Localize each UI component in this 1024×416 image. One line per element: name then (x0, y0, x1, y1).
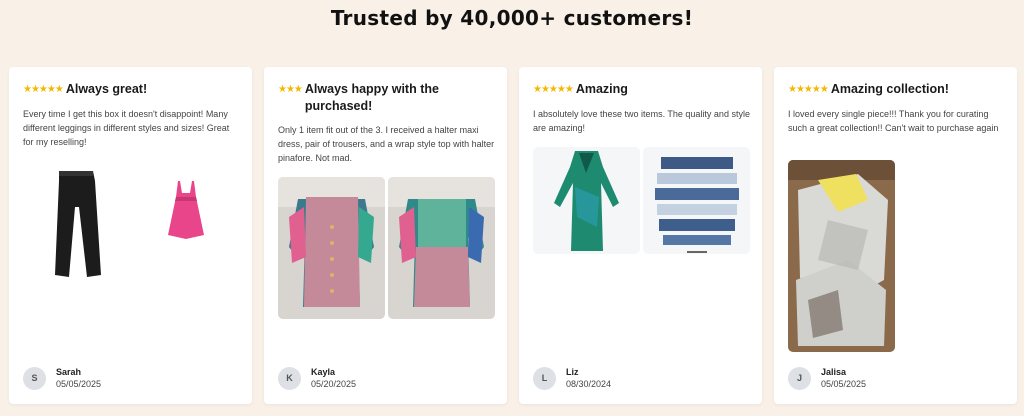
product-photo-1[interactable] (278, 177, 385, 319)
product-image-pink-dress[interactable] (164, 179, 208, 241)
avatar: J (788, 366, 811, 390)
review-card: ★★★ Always happy with the purchased! Onl… (264, 67, 507, 404)
review-date: 05/05/2025 (821, 379, 867, 389)
review-header: ★★★ Always happy with the purchased! (278, 81, 495, 115)
reviewer: J Jalisa 05/05/2025 (788, 366, 866, 390)
review-body: I absolutely love these two items. The q… (533, 109, 750, 133)
review-header: ★★★★★ Amazing collection! (788, 81, 1005, 98)
reviewer-name: Kayla (311, 367, 336, 377)
review-title: Amazing (575, 82, 628, 96)
review-date: 08/30/2024 (566, 379, 612, 389)
star-rating-icon: ★★★★★ (23, 84, 64, 95)
avatar: S (23, 366, 46, 390)
reviewer-name: Sarah (56, 367, 82, 377)
review-card: ★★★★★ Always great! Every time I get thi… (9, 67, 252, 404)
review-date: 05/05/2025 (56, 379, 102, 389)
reviewer: L Liz 08/30/2024 (533, 366, 611, 390)
review-title: Amazing collection! (830, 82, 949, 96)
review-header: ★★★★★ Amazing (533, 81, 750, 98)
review-body: Only 1 item fit out of the 3. I received… (278, 125, 495, 163)
reviewer-name: Liz (566, 367, 579, 377)
review-title: Always happy with the purchased! (304, 82, 439, 113)
review-title: Always great! (65, 82, 148, 96)
avatar: K (278, 366, 301, 390)
review-body: I loved every single piece!!! Thank you … (788, 109, 999, 133)
star-rating-icon: ★★★★★ (533, 84, 574, 95)
section-heading: Trusted by 40,000+ customers! (330, 6, 694, 30)
product-image-green-dress[interactable] (533, 147, 640, 254)
review-card: ★★★★★ Amazing I absolutely love these tw… (519, 67, 762, 404)
product-photo-box[interactable] (788, 160, 895, 352)
product-image-denim-skirt[interactable] (643, 147, 750, 254)
star-rating-icon: ★★★ (278, 84, 303, 95)
avatar: L (533, 366, 556, 390)
product-photo-2[interactable] (388, 177, 495, 319)
review-header: ★★★★★ Always great! (23, 81, 240, 98)
review-body: Every time I get this box it doesn't dis… (23, 109, 230, 147)
reviewer-name: Jalisa (821, 367, 847, 377)
product-image-trousers[interactable] (49, 167, 105, 279)
review-card: ★★★★★ Amazing collection! I loved every … (774, 67, 1017, 404)
reviewer: K Kayla 05/20/2025 (278, 366, 356, 390)
star-rating-icon: ★★★★★ (788, 84, 829, 95)
reviewer: S Sarah 05/05/2025 (23, 366, 101, 390)
review-date: 05/20/2025 (311, 379, 357, 389)
